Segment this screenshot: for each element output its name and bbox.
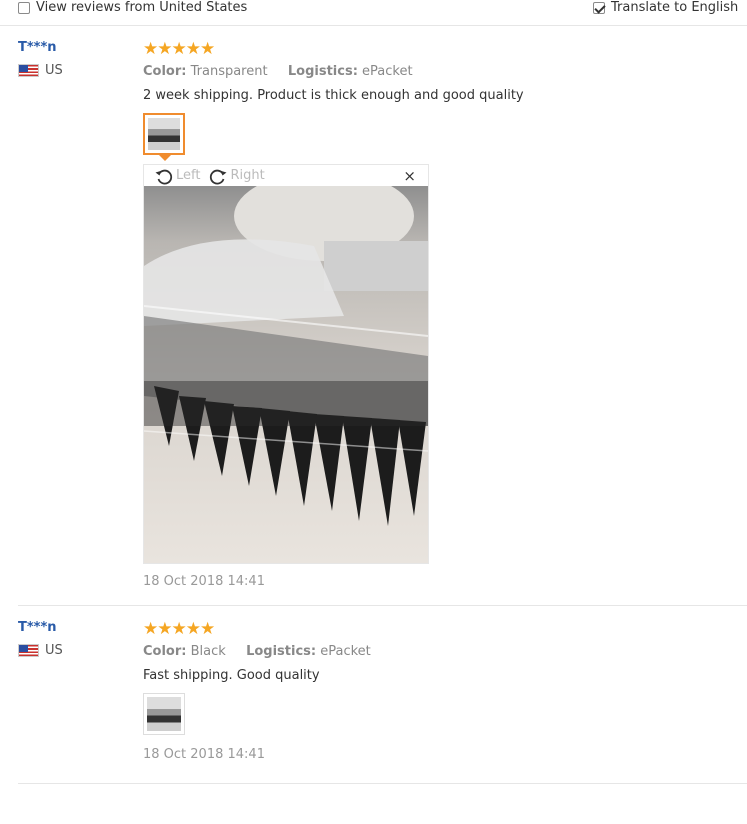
review-photo-thumbnail[interactable] <box>143 113 185 161</box>
review-body: ★★★★★ Color: Black Logistics: ePacket Fa… <box>143 620 371 762</box>
logistics-label: Logistics: <box>287 64 358 79</box>
close-viewer-button[interactable]: × <box>403 167 416 185</box>
review-item: T***n US ★★★★★ Color: Black Logistics: e… <box>18 620 747 784</box>
rotate-left-label: Left <box>176 168 201 183</box>
color-value: Transparent <box>190 64 268 79</box>
color-label: Color: <box>143 64 187 79</box>
photo-viewer: Left Right × <box>143 164 429 564</box>
review-photo-large <box>144 186 428 563</box>
view-us-reviews-label: View reviews from United States <box>36 0 248 15</box>
review-user: T***n US <box>18 620 63 658</box>
us-flag-icon <box>18 644 39 657</box>
country-code: US <box>45 643 63 658</box>
rotate-right-button[interactable]: Right <box>208 166 265 186</box>
star-rating: ★★★★★ <box>143 619 215 639</box>
review-text: Fast shipping. Good quality <box>143 668 320 683</box>
color-value: Black <box>190 644 226 659</box>
color-label: Color: <box>143 644 187 659</box>
photo-viewer-toolbar: Left Right × <box>144 165 428 186</box>
review-user: T***n US <box>18 40 63 78</box>
checkbox-unchecked-icon[interactable] <box>18 1 30 14</box>
country-code: US <box>45 63 63 78</box>
reviewer-country: US <box>18 63 63 78</box>
logistics-value: ePacket <box>320 644 371 659</box>
comb-photo-thumb-image <box>148 118 180 150</box>
review-filter-bar: View reviews from United States Translat… <box>0 0 747 26</box>
us-flag-icon <box>18 64 39 77</box>
translate-checkbox[interactable]: Translate to English <box>593 0 738 15</box>
review-text: 2 week shipping. Product is thick enough… <box>143 88 524 103</box>
rotate-right-label: Right <box>230 168 265 183</box>
comb-photo-image <box>144 186 428 563</box>
review-date: 18 Oct 2018 14:41 <box>143 747 265 762</box>
reviewer-name[interactable]: T***n <box>18 620 63 635</box>
review-body: ★★★★★ Color: Transparent Logistics: ePac… <box>143 39 524 161</box>
reviewer-name[interactable]: T***n <box>18 40 63 55</box>
review-photo-thumbnail[interactable] <box>143 693 185 735</box>
rotate-left-icon <box>155 169 173 184</box>
star-rating: ★★★★★ <box>143 39 215 59</box>
logistics-value: ePacket <box>362 64 413 79</box>
view-us-reviews-checkbox[interactable]: View reviews from United States <box>18 0 247 15</box>
rotate-left-button[interactable]: Left <box>154 166 200 186</box>
logistics-label: Logistics: <box>246 644 317 659</box>
checkbox-checked-icon[interactable] <box>593 1 605 14</box>
comb-photo-thumb-image <box>147 697 181 731</box>
rotate-right-icon <box>210 169 227 184</box>
reviewer-country: US <box>18 643 63 658</box>
review-date: 18 Oct 2018 14:41 <box>143 574 265 589</box>
translate-label: Translate to English <box>611 0 739 15</box>
review-attributes: Color: Black Logistics: ePacket <box>143 644 371 659</box>
review-item: T***n US ★★★★★ Color: Transparent Logist… <box>18 40 747 606</box>
review-attributes: Color: Transparent Logistics: ePacket <box>143 64 524 79</box>
